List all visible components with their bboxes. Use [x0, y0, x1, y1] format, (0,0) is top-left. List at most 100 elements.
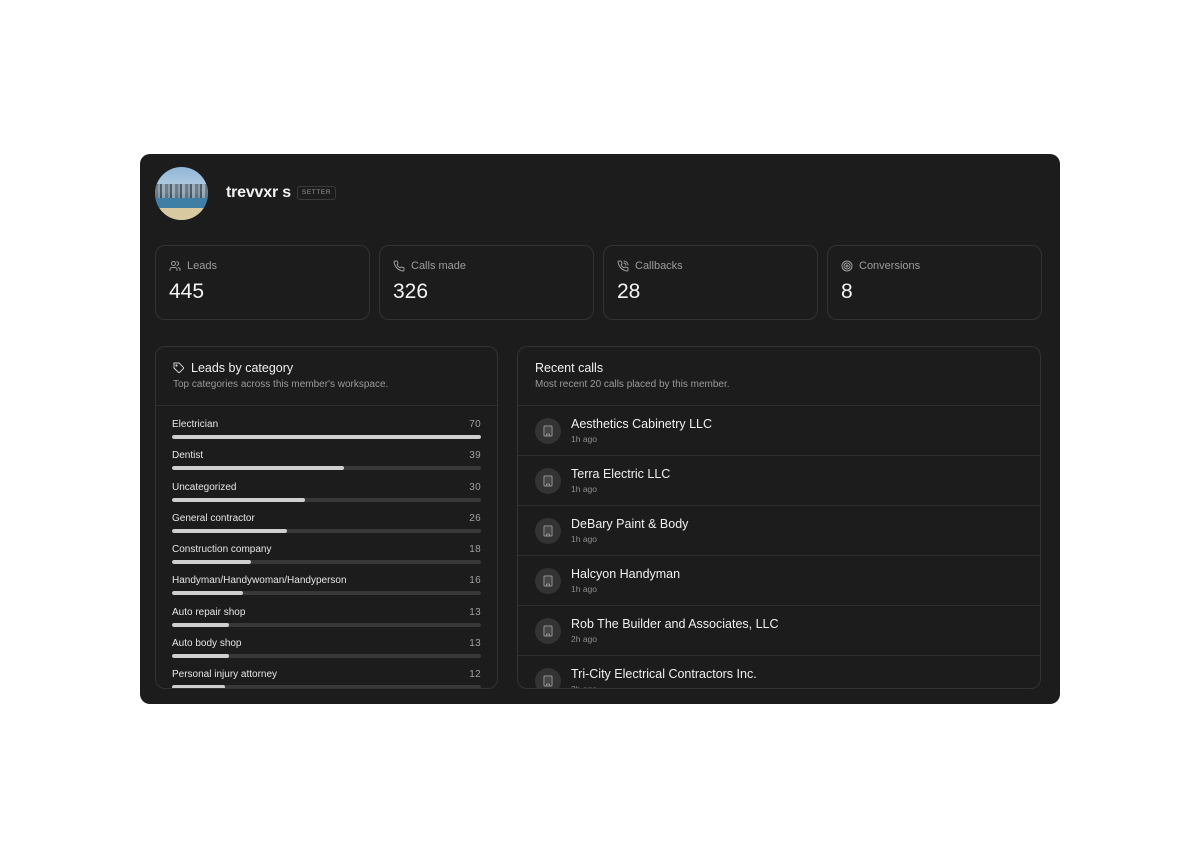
- call-company-name: Halcyon Handyman: [571, 567, 681, 581]
- category-bar-fill: [172, 528, 287, 533]
- category-count: 13: [469, 606, 481, 618]
- category-bar-fill: [172, 466, 345, 471]
- panel-header: Recent calls Most recent 20 calls placed…: [518, 347, 1040, 406]
- building-icon: [543, 525, 553, 537]
- category-row: Dentist 39: [172, 450, 481, 481]
- recent-call-row[interactable]: Aesthetics Cabinetry LLC 1h ago: [518, 406, 1040, 456]
- avatar: [155, 166, 208, 220]
- call-timestamp: 1h ago: [571, 484, 597, 494]
- role-badge: SETTER: [296, 185, 337, 201]
- category-bar-fill: [172, 654, 230, 659]
- recent-call-row[interactable]: DeBary Paint & Body 1h ago: [518, 506, 1040, 556]
- category-count: 26: [469, 512, 481, 524]
- company-avatar: [535, 668, 561, 688]
- category-label: Uncategorized: [172, 481, 237, 493]
- category-bar-track: [172, 435, 481, 439]
- building-icon: [543, 425, 553, 437]
- category-bar-fill: [172, 497, 305, 502]
- panel-title: Leads by category: [191, 361, 294, 375]
- category-row: Uncategorized 30: [172, 482, 481, 513]
- stat-label: Conversions: [859, 260, 921, 272]
- building-icon: [543, 575, 553, 587]
- category-label: Dentist: [172, 450, 204, 462]
- panel-subtitle: Most recent 20 calls placed by this memb…: [535, 379, 730, 390]
- recent-call-row[interactable]: Tri-City Electrical Contractors Inc. 2h a…: [518, 656, 1040, 689]
- call-timestamp: 1h ago: [571, 434, 597, 444]
- category-label: Auto body shop: [172, 638, 242, 650]
- category-row: Construction company 18: [172, 544, 481, 575]
- recent-calls-list: Aesthetics Cabinetry LLC 1h ago Terra Elec…: [518, 406, 1040, 689]
- call-company-name: Rob The Builder and Associates, LLC: [571, 617, 779, 631]
- company-avatar: [535, 568, 561, 594]
- panel-header: Leads by category Top categories across …: [156, 347, 497, 406]
- category-bar-track: [172, 654, 481, 659]
- category-bar-fill: [172, 435, 481, 439]
- category-bar-track: [172, 560, 481, 565]
- category-label: General contractor: [172, 512, 255, 524]
- company-avatar: [535, 418, 561, 444]
- category-bar-track: [172, 685, 481, 688]
- category-label: Handyman/Handywoman/Handyperson: [172, 575, 347, 587]
- category-row: Auto body shop 13: [172, 638, 481, 669]
- company-avatar: [535, 468, 561, 494]
- stat-label: Calls made: [411, 260, 467, 272]
- panel-title: Recent calls: [535, 361, 604, 375]
- company-avatar: [535, 618, 561, 644]
- category-bar-fill: [172, 622, 230, 627]
- category-row: Handyman/Handywoman/Handyperson 16: [172, 575, 481, 606]
- call-timestamp: 1h ago: [571, 534, 597, 544]
- stat-card-conversions: Conversions 8: [827, 245, 1042, 320]
- category-row: Personal injury attorney 12: [172, 669, 481, 688]
- stat-card-leads: Leads 445: [155, 245, 370, 320]
- category-bar-track: [172, 622, 481, 627]
- category-bar-track: [172, 466, 481, 471]
- category-count: 16: [469, 575, 481, 587]
- category-bar-track: [172, 497, 481, 502]
- building-icon: [543, 475, 553, 487]
- category-label: Auto repair shop: [172, 606, 246, 618]
- category-list: Electrician 70 Dentist 39 Uncategorized 30 Gen…: [172, 419, 481, 688]
- phone-callback-icon: [617, 260, 629, 272]
- profile-header: trevvxr s SETTER: [155, 166, 337, 220]
- users-icon: [169, 261, 181, 271]
- target-icon: [841, 260, 853, 272]
- category-bar-track: [172, 528, 481, 533]
- call-company-name: Terra Electric LLC: [571, 467, 671, 481]
- call-timestamp: 1h ago: [571, 584, 597, 594]
- category-label: Electrician: [172, 419, 219, 430]
- stat-label: Callbacks: [635, 260, 683, 272]
- stat-value: 8: [841, 280, 853, 303]
- category-bar-fill: [172, 591, 243, 596]
- recent-call-row[interactable]: Terra Electric LLC 1h ago: [518, 456, 1040, 506]
- call-timestamp: 2h ago: [571, 634, 597, 644]
- tag-icon: [173, 362, 185, 374]
- recent-calls-panel: Recent calls Most recent 20 calls placed…: [517, 346, 1041, 689]
- call-company-name: Aesthetics Cabinetry LLC: [571, 417, 713, 431]
- panel-subtitle: Top categories across this member's work…: [173, 379, 389, 390]
- category-bar-track: [172, 591, 481, 596]
- category-row: Electrician 70: [172, 419, 481, 450]
- leads-by-category-panel: Leads by category Top categories across …: [155, 346, 498, 689]
- building-icon: [543, 675, 553, 687]
- stat-value: 326: [393, 280, 429, 303]
- category-count: 12: [469, 669, 481, 681]
- category-count: 70: [469, 419, 481, 430]
- category-label: Construction company: [172, 544, 272, 556]
- category-count: 39: [469, 450, 481, 462]
- stat-value: 28: [617, 280, 641, 303]
- stat-card-callbacks: Callbacks 28: [603, 245, 818, 320]
- recent-call-row[interactable]: Rob The Builder and Associates, LLC 2h ag…: [518, 606, 1040, 656]
- phone-icon: [393, 260, 405, 272]
- recent-call-row[interactable]: Halcyon Handyman 1h ago: [518, 556, 1040, 606]
- category-bar-fill: [172, 685, 225, 688]
- category-count: 18: [469, 544, 481, 556]
- stat-value: 445: [169, 280, 205, 303]
- stat-label: Leads: [187, 260, 217, 272]
- member-name: trevvxr s: [226, 184, 291, 201]
- category-row: Auto repair shop 13: [172, 607, 481, 638]
- call-timestamp: 2h ago: [571, 684, 597, 689]
- stat-card-calls-made: Calls made 326: [379, 245, 594, 320]
- category-row: General contractor 26: [172, 513, 481, 544]
- company-avatar: [535, 518, 561, 544]
- category-count: 30: [469, 481, 481, 493]
